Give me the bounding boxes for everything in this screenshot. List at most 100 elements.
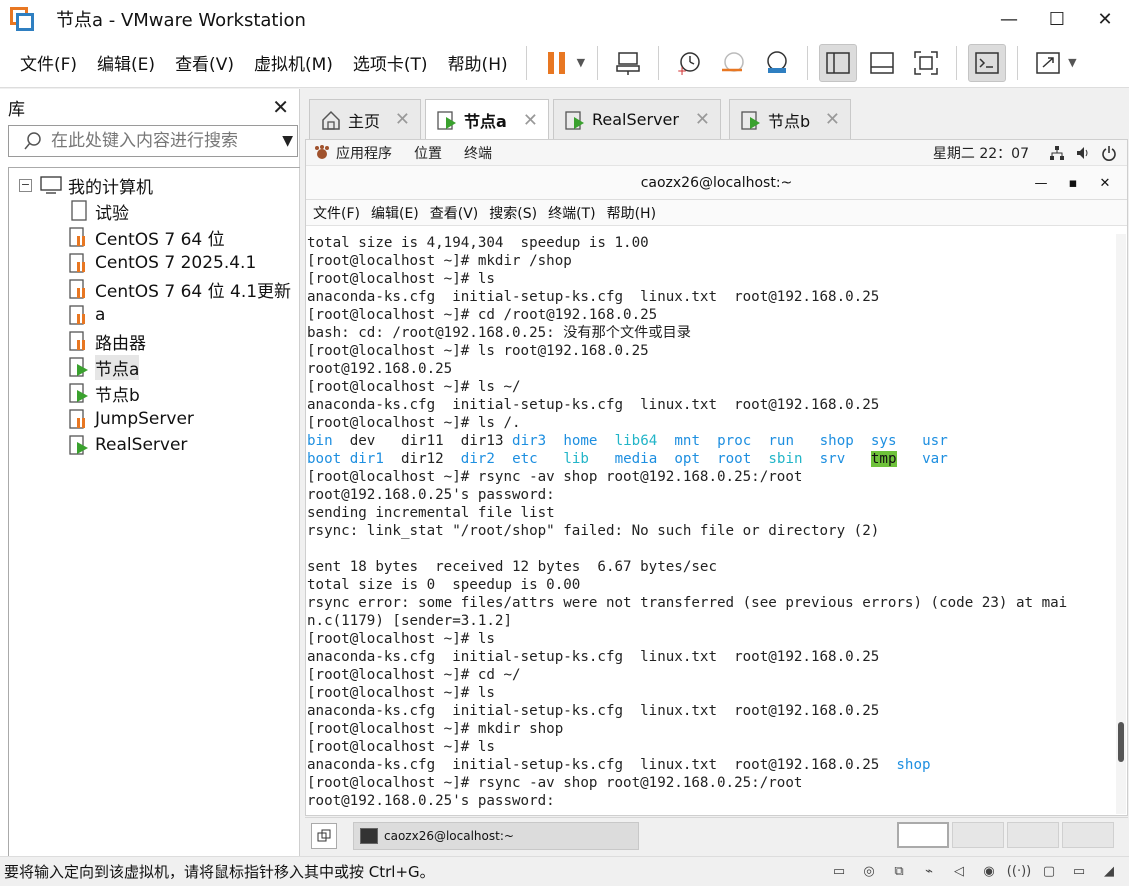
show-library-button[interactable] [819,43,858,82]
wireless-icon[interactable]: ((·)) [1007,863,1031,881]
hard-disk-icon[interactable]: ▭ [829,863,849,881]
pause-dropdown-icon[interactable]: ▼ [577,56,585,69]
terminal-output[interactable]: total size is 4,194,304 speedup is 1.00 [… [306,234,1116,814]
stretch-dropdown-icon[interactable]: ▼ [1068,56,1076,69]
terminal-menu-help[interactable]: 帮助(H) [607,203,656,223]
vm-running-icon [437,111,456,130]
show-desktop-icon[interactable] [311,822,337,849]
pause-button[interactable] [538,44,576,82]
tab-close-icon[interactable]: ✕ [523,110,538,131]
tab-close-icon[interactable]: ✕ [825,109,840,130]
console-view-button[interactable] [968,43,1007,82]
tree-item-vm[interactable]: JumpServer [9,406,300,432]
terminal-title: caozx26@localhost:~ [640,174,793,191]
directory-entry: dir1 [349,451,384,467]
toolbar-divider [807,45,809,80]
gnome-places-menu[interactable]: 位置 [414,143,442,163]
terminal-menu-file[interactable]: 文件(F) [313,203,360,223]
library-search-box[interactable]: ▼ [8,125,298,157]
snapshot-revert-button[interactable] [714,44,752,82]
tree-item-vm[interactable]: RealServer [9,432,300,458]
terminal-scrollbar[interactable] [1116,234,1126,814]
terminal-menu-edit[interactable]: 编辑(E) [371,203,419,223]
show-thumbnail-bar-button[interactable] [863,44,901,82]
gnome-applications-menu[interactable]: 应用程序 [336,143,392,163]
power-icon[interactable] [1101,145,1117,161]
terminal-line: root@192.168.0.25's password: [307,487,555,503]
menu-view[interactable]: 查看(V) [165,50,244,75]
maximize-button[interactable]: ☐ [1033,0,1081,38]
directory-entry: bin [307,433,333,449]
menu-help[interactable]: 帮助(H) [438,50,518,75]
workspace-3[interactable] [1007,822,1059,848]
tab-realserver[interactable]: RealServer ✕ [553,99,721,139]
terminal-menu-search[interactable]: 搜索(S) [489,203,537,223]
tree-item-label: CentOS 7 2025.4.1 [95,253,257,273]
directory-entry: sbin [768,451,803,467]
tree-item-vm[interactable]: 路由器 [9,328,300,354]
network-icon[interactable] [1049,145,1065,161]
snapshot-manager-button[interactable] [758,44,796,82]
tree-item-vm[interactable]: 试验 [9,198,300,224]
terminal-close-icon[interactable]: ✕ [1089,176,1121,191]
send-ctrl-alt-del-button[interactable] [609,44,647,82]
stretch-guest-button[interactable] [1029,44,1067,82]
message-icon[interactable]: ▭ [1069,863,1089,881]
tab-close-icon[interactable]: ✕ [395,109,410,130]
fullscreen-button[interactable] [907,44,945,82]
display-icon[interactable]: ▢ [1039,863,1059,881]
close-button[interactable]: ✕ [1081,0,1129,38]
tree-item-vm[interactable]: CentOS 7 2025.4.1 [9,250,300,276]
terminal-minimize-icon[interactable]: — [1025,176,1057,191]
usb-icon[interactable]: ⌁ [919,863,939,881]
tab-close-icon[interactable]: ✕ [695,109,710,130]
snapshot-take-button[interactable]: + [670,44,708,82]
tab-node-b[interactable]: 节点b ✕ [729,99,851,139]
gnome-terminal-menu[interactable]: 终端 [464,143,492,163]
workspace-4[interactable] [1062,822,1114,848]
menu-edit[interactable]: 编辑(E) [87,50,165,75]
workspace-2[interactable] [952,822,1004,848]
search-input[interactable] [51,131,261,151]
vm-running-icon [69,357,88,377]
tree-item-vm[interactable]: 节点b [9,380,300,406]
network-adapter-icon[interactable]: ⧉ [889,863,909,881]
terminal-maximize-icon[interactable]: ▪ [1057,176,1089,191]
menu-file[interactable]: 文件(F) [10,50,87,75]
tab-node-a[interactable]: 节点a ✕ [425,99,549,140]
gnome-clock[interactable]: 星期二 22：07 [933,143,1029,163]
terminal-line: anaconda-ks.cfg initial-setup-ks.cfg lin… [307,703,880,719]
printer-icon[interactable]: ◉ [979,863,999,881]
collapse-icon[interactable]: − [19,178,32,192]
search-dropdown-icon[interactable]: ▼ [282,133,293,149]
tree-item-vm[interactable]: a [9,302,300,328]
vmware-logo-icon [10,7,34,31]
terminal-line: boot dir1 dir12 dir2 etc lib media opt r… [307,450,1116,468]
library-pane: 库 ✕ ▼ − 我的计算机 试验 CentOS 7 64 位 CentOS 7 20… [0,89,300,857]
menu-tabs[interactable]: 选项卡(T) [343,50,438,75]
tab-label: 节点b [768,111,811,131]
tree-item-vm[interactable]: CentOS 7 64 位 [9,224,300,250]
sound-card-icon[interactable]: ◁ [949,863,969,881]
terminal-line: anaconda-ks.cfg initial-setup-ks.cfg lin… [307,649,880,665]
cd-dvd-icon[interactable]: ◎ [859,863,879,881]
resize-grip-icon[interactable]: ◢ [1099,863,1119,881]
toolbar-divider [1017,45,1019,80]
minimize-button[interactable]: — [985,0,1033,38]
terminal-menu-view[interactable]: 查看(V) [430,203,479,223]
scrollbar-thumb[interactable] [1118,722,1124,762]
volume-icon[interactable] [1075,145,1091,161]
directory-entry: var [922,451,948,467]
library-close-icon[interactable]: ✕ [272,95,289,119]
terminal-line: n.c(1179) [sender=3.1.2] [307,613,512,629]
menu-vm[interactable]: 虚拟机(M) [244,50,343,75]
terminal-menu-terminal[interactable]: 终端(T) [548,203,595,223]
vm-console[interactable]: 应用程序 位置 终端 星期二 22：07 caozx26@localhost:~… [305,139,1128,816]
terminal-line: [root@localhost ~]# mkdir /shop [307,253,572,269]
tree-item-vm[interactable]: CentOS 7 64 位 4.1更新 [9,276,300,302]
tab-home[interactable]: 主页 ✕ [309,99,421,139]
workspace-1[interactable] [897,822,949,848]
tree-item-vm[interactable]: 节点a [9,354,300,380]
tree-root-my-computer[interactable]: − 我的计算机 [9,172,300,198]
taskbar-terminal-window[interactable]: caozx26@localhost:~ [353,821,639,850]
